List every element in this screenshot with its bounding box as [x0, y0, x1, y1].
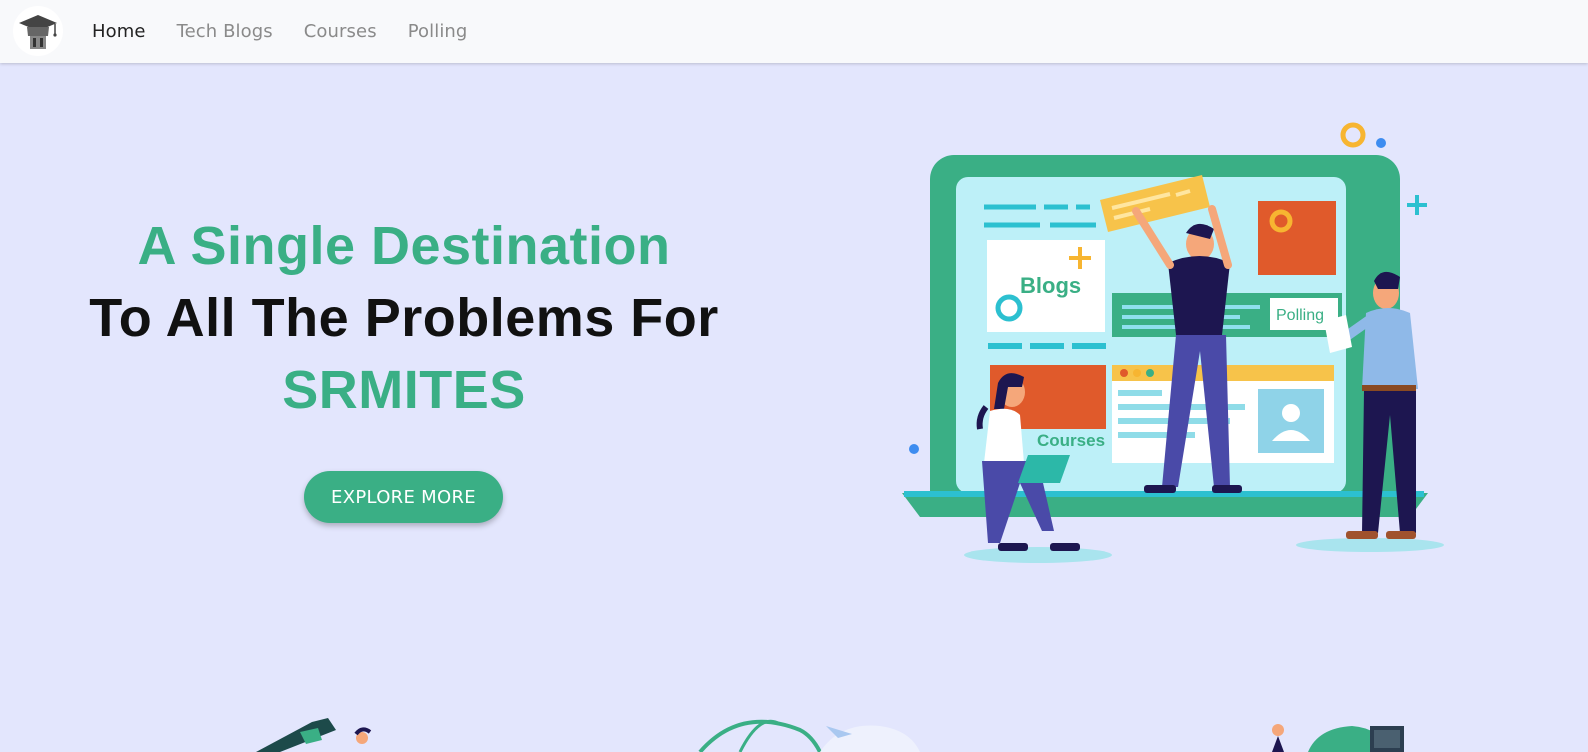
nav-links: Home Tech Blogs Courses Polling: [92, 0, 498, 63]
nav-link-polling[interactable]: Polling: [408, 21, 468, 42]
hero-heading-line3: SRMITES: [282, 360, 526, 420]
nav-link-tech-blogs[interactable]: Tech Blogs: [177, 21, 273, 42]
bottom-illustrations-strip: [256, 718, 1404, 752]
laptop-people-illustration: Blogs Polling Courses: [902, 122, 1444, 563]
bottom-illustrations: [0, 700, 1588, 752]
hero-heading: A Single Destination To All The Problems…: [0, 210, 808, 426]
illustration-polling-label: Polling: [1276, 307, 1324, 324]
illustration-courses-label: Courses: [1037, 431, 1105, 450]
explore-more-button[interactable]: EXPLORE MORE: [304, 471, 503, 523]
hero-heading-line2: To All The Problems For: [89, 288, 719, 348]
hero-heading-line1: A Single Destination: [137, 216, 671, 276]
illustration-blogs-label: Blogs: [1020, 273, 1081, 298]
nav-link-home[interactable]: Home: [92, 21, 146, 42]
nav-link-courses[interactable]: Courses: [304, 21, 377, 42]
graduation-cap-icon[interactable]: [13, 6, 63, 56]
navbar: Home Tech Blogs Courses Polling: [0, 0, 1588, 63]
hero-illustration: Blogs Polling Courses: [900, 115, 1470, 580]
